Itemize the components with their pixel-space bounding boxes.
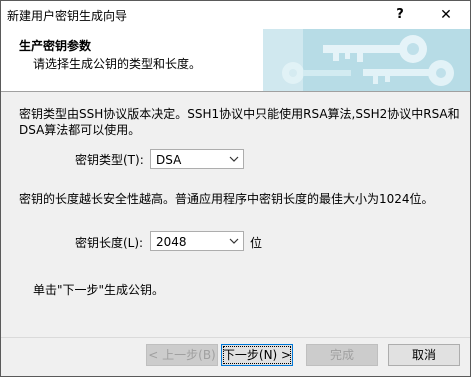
wizard-header: 生产密钥参数 请选择生成公钥的类型和长度。: [1, 29, 470, 92]
description-line-1: 密钥类型由SSH协议版本决定。SSH1协议中只能使用RSA算法,SSH2协议中R…: [19, 107, 460, 121]
wizard-window: 新建用户密钥生成向导 ? ✕ 生产密钥参数 请选择生成公钥的类型和长度。 密钥类…: [0, 0, 471, 377]
close-button[interactable]: ✕: [423, 1, 469, 29]
cancel-button[interactable]: 取消: [388, 344, 460, 366]
finish-button[interactable]: 完成: [306, 344, 378, 366]
header-subtitle: 请选择生成公钥的类型和长度。: [33, 57, 202, 71]
key-type-value: DSA: [156, 153, 182, 167]
next-instruction: 单击"下一步"生成公钥。: [33, 283, 165, 297]
key-type-label: 密钥类型(T):: [75, 153, 144, 167]
help-button[interactable]: ?: [377, 1, 423, 29]
window-title: 新建用户密钥生成向导: [7, 9, 128, 23]
key-length-label: 密钥长度(L):: [75, 236, 144, 250]
length-description: 密钥的长度越长安全性越高。普通应用程序中密钥长度的最佳大小为1024位。: [19, 192, 434, 206]
title-bar[interactable]: 新建用户密钥生成向导 ? ✕: [1, 1, 470, 29]
back-button[interactable]: < 上一步(B): [146, 344, 218, 366]
keys-banner-image: [263, 29, 470, 91]
key-length-select[interactable]: 2048: [150, 231, 244, 251]
footer-divider: [1, 337, 470, 338]
next-button[interactable]: 下一步(N) >: [221, 344, 293, 366]
key-length-unit: 位: [250, 236, 263, 250]
description-line-2: DSA算法都可以使用。: [19, 123, 141, 137]
key-type-select[interactable]: DSA: [150, 149, 244, 169]
chevron-down-icon: [229, 156, 239, 162]
chevron-down-icon: [229, 238, 239, 244]
header-title: 生产密钥参数: [19, 39, 92, 53]
key-length-value: 2048: [156, 235, 187, 249]
close-icon: ✕: [440, 7, 452, 23]
